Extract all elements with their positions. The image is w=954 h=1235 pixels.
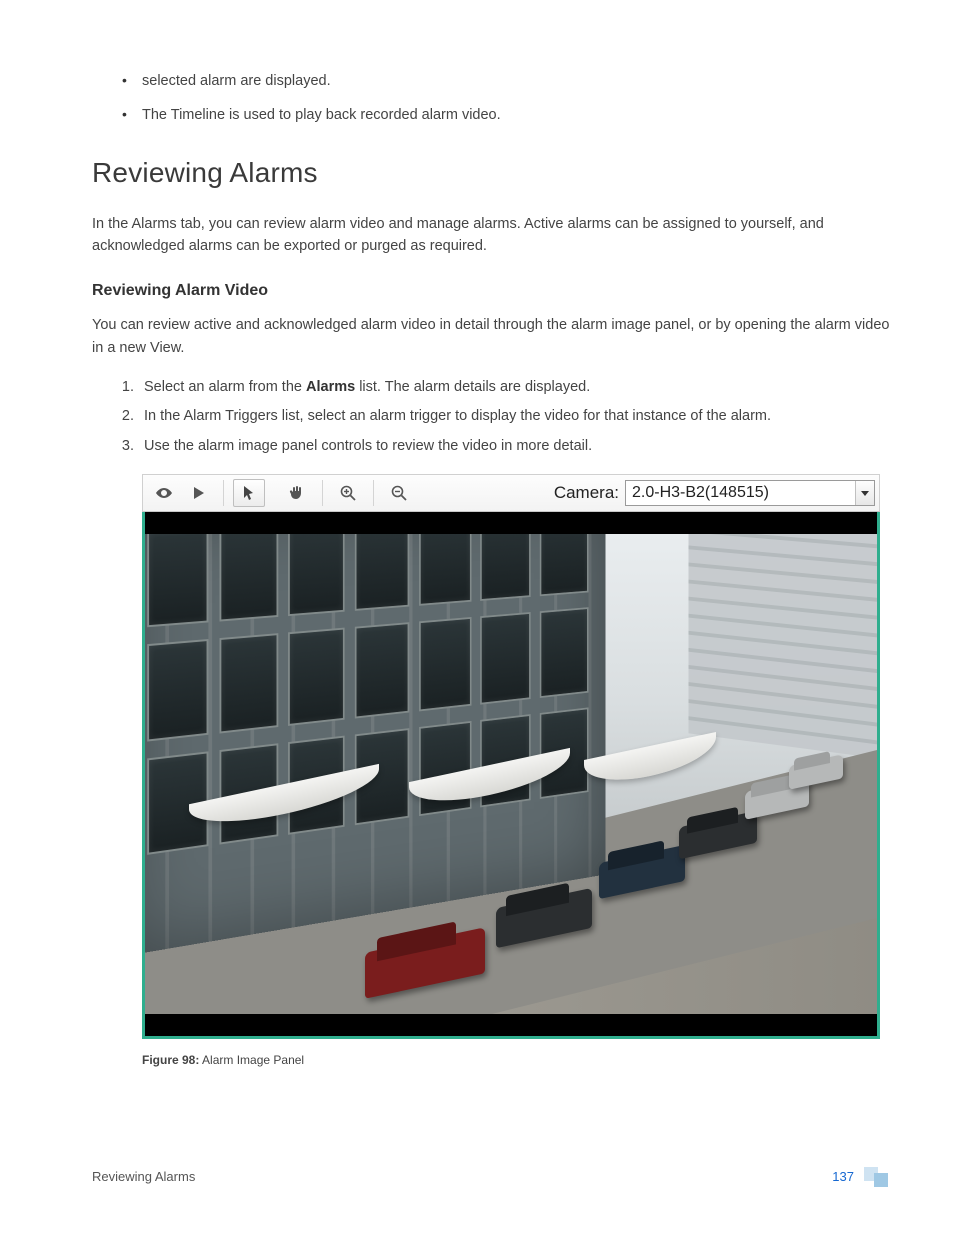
steps-list: Select an alarm from the Alarms list. Th… <box>92 374 892 461</box>
section-heading: Reviewing Alarms <box>92 157 892 189</box>
prior-bullet-list: selected alarm are displayed. The Timeli… <box>92 70 892 127</box>
play-icon[interactable] <box>182 479 214 507</box>
step-text: In the Alarm Triggers list, select an al… <box>144 408 771 424</box>
subsection-intro: You can review active and acknowledged a… <box>92 314 892 359</box>
step-text: Use the alarm image panel controls to re… <box>144 438 592 454</box>
letterbox <box>145 1014 877 1036</box>
alarm-image-panel: Camera: 2.0-H3-B2(148515) <box>142 474 880 1039</box>
body-text: The Timeline is used to play back record… <box>142 107 501 123</box>
alarm-image-panel-figure: Camera: 2.0-H3-B2(148515) <box>142 474 892 1039</box>
video-viewport[interactable] <box>142 512 880 1039</box>
letterbox <box>145 512 877 534</box>
figure-caption-text: Alarm Image Panel <box>202 1053 304 1067</box>
camera-select[interactable]: 2.0-H3-B2(148515) <box>625 480 875 506</box>
video-frame <box>145 534 877 1014</box>
step-bold: Alarms <box>306 379 355 395</box>
section-intro: In the Alarms tab, you can review alarm … <box>92 213 892 258</box>
list-item: Use the alarm image panel controls to re… <box>138 433 892 461</box>
footer-decoration-icon <box>864 1167 892 1185</box>
list-item: The Timeline is used to play back record… <box>140 104 892 126</box>
step-text: Select an alarm from the <box>144 379 306 395</box>
footer-section-title: Reviewing Alarms <box>92 1169 195 1184</box>
toolbar-separator <box>223 480 224 506</box>
figure-label: Figure 98: <box>142 1053 199 1067</box>
image-panel-toolbar: Camera: 2.0-H3-B2(148515) <box>142 474 880 512</box>
page-footer: Reviewing Alarms 137 <box>92 1167 892 1185</box>
eye-icon[interactable] <box>148 479 180 507</box>
toolbar-separator <box>322 480 323 506</box>
hand-icon[interactable] <box>281 479 313 507</box>
page-number: 137 <box>832 1169 854 1184</box>
subsection-heading: Reviewing Alarm Video <box>92 282 892 300</box>
body-text: selected alarm are displayed. <box>142 73 331 89</box>
camera-select-value: 2.0-H3-B2(148515) <box>626 484 855 502</box>
zoom-in-icon[interactable] <box>332 479 364 507</box>
zoom-out-icon[interactable] <box>383 479 415 507</box>
list-item: selected alarm are displayed. <box>140 70 892 92</box>
toolbar-separator <box>373 480 374 506</box>
list-item: In the Alarm Triggers list, select an al… <box>138 403 892 431</box>
step-text: list. The alarm details are displayed. <box>355 379 590 395</box>
figure-caption: Figure 98: Alarm Image Panel <box>142 1053 892 1067</box>
chevron-down-icon[interactable] <box>855 481 874 505</box>
pointer-icon[interactable] <box>233 479 265 507</box>
list-item: Select an alarm from the Alarms list. Th… <box>138 374 892 402</box>
camera-label: Camera: <box>554 483 619 503</box>
